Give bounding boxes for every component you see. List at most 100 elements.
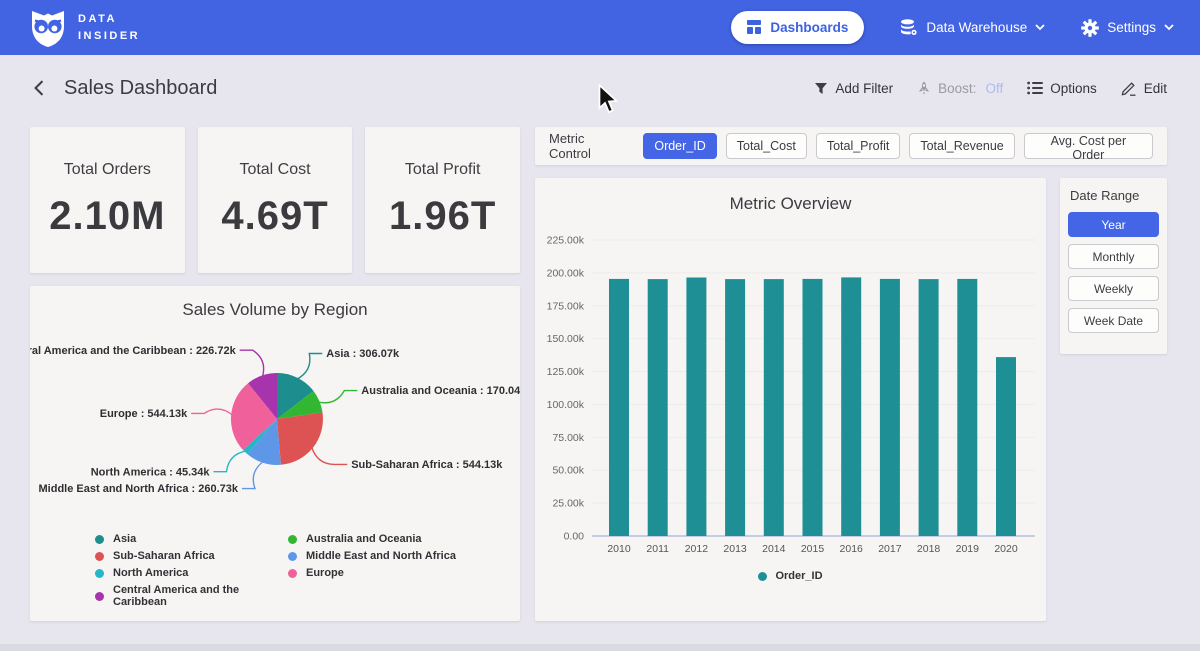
metric-button-total-profit[interactable]: Total_Profit bbox=[816, 133, 901, 159]
x-axis-tick-label: 2015 bbox=[801, 543, 825, 555]
bar-2010[interactable] bbox=[609, 279, 629, 536]
brand-logo[interactable]: DATA INSIDER bbox=[28, 7, 140, 49]
bar-chart: 0.00 25.00k 50.00k 75.00k 100.00k 125.00k 150.… bbox=[535, 220, 1043, 565]
y-axis-tick-label: 75.00k bbox=[552, 432, 584, 444]
metric-control-label: Metric Control bbox=[549, 131, 629, 161]
metric-button-total-revenue[interactable]: Total_Revenue bbox=[909, 133, 1014, 159]
pie-legend-item-australia-and-oceania[interactable]: Australia and Oceania bbox=[288, 533, 456, 545]
legend-dot bbox=[758, 572, 767, 581]
metric-button-avg-cost-per-order[interactable]: Avg. Cost per Order bbox=[1024, 133, 1153, 159]
rocket-icon bbox=[917, 81, 931, 96]
pie-slice-label: Europe : 544.13k bbox=[100, 408, 188, 420]
x-axis-tick-label: 2014 bbox=[762, 543, 786, 555]
x-axis-tick-label: 2011 bbox=[646, 543, 669, 555]
legend-label: Middle East and North Africa bbox=[306, 550, 456, 562]
pie-label-connector bbox=[240, 350, 264, 377]
x-axis-tick-label: 2019 bbox=[956, 543, 980, 555]
pie-legend-item-central-america-and-the-caribbean[interactable]: Central America and the Caribbean bbox=[95, 584, 288, 608]
pie-legend-item-asia[interactable]: Asia bbox=[95, 533, 288, 545]
filter-funnel-icon bbox=[814, 82, 828, 95]
legend-label: North America bbox=[113, 567, 188, 579]
bar-2012[interactable] bbox=[686, 278, 706, 537]
bar-chart-title: Metric Overview bbox=[535, 194, 1046, 214]
x-axis-tick-label: 2013 bbox=[723, 543, 747, 555]
pie-legend-column: Asia Sub-Saharan Africa North America Centr… bbox=[95, 533, 288, 608]
pie-legend-item-sub-saharan-africa[interactable]: Sub-Saharan Africa bbox=[95, 550, 288, 562]
bar-2019[interactable] bbox=[957, 279, 977, 536]
nav-settings[interactable]: Settings bbox=[1081, 19, 1174, 37]
gear-icon bbox=[1081, 19, 1099, 37]
bar-2014[interactable] bbox=[764, 279, 784, 536]
edit-button[interactable]: Edit bbox=[1121, 80, 1167, 96]
date-range-button-monthly[interactable]: Monthly bbox=[1068, 244, 1159, 269]
boost-toggle[interactable]: Boost: Off bbox=[917, 81, 1003, 96]
legend-label: Sub-Saharan Africa bbox=[113, 550, 215, 562]
y-axis-tick-label: 25.00k bbox=[552, 498, 584, 510]
bar-2016[interactable] bbox=[841, 277, 861, 536]
y-axis-tick-label: 150.00k bbox=[547, 333, 585, 345]
bar-2018[interactable] bbox=[919, 279, 939, 536]
options-button[interactable]: Options bbox=[1027, 81, 1097, 96]
options-label: Options bbox=[1050, 81, 1097, 96]
bar-chart-card: Metric Overview 0.00 25.00k 50.00k 75.00k 10… bbox=[535, 178, 1046, 621]
legend-label: Europe bbox=[306, 567, 344, 579]
y-axis-tick-label: 0.00 bbox=[564, 531, 585, 543]
y-axis-tick-label: 50.00k bbox=[552, 465, 584, 477]
boost-label: Boost: bbox=[938, 81, 976, 96]
kpi-label: Total Profit bbox=[405, 161, 481, 179]
pie-slice-label: North America : 45.34k bbox=[91, 466, 211, 478]
kpi-card-total-orders: Total Orders2.10M bbox=[30, 127, 185, 273]
date-range-button-week-date[interactable]: Week Date bbox=[1068, 308, 1159, 333]
legend-label: Asia bbox=[113, 533, 136, 545]
page-title: Sales Dashboard bbox=[64, 77, 217, 100]
y-axis-tick-label: 100.00k bbox=[547, 399, 585, 411]
x-axis-tick-label: 2010 bbox=[607, 543, 631, 555]
pie-legend-item-europe[interactable]: Europe bbox=[288, 567, 456, 579]
bar-2020[interactable] bbox=[996, 357, 1016, 536]
back-chevron-icon bbox=[32, 80, 46, 96]
pie-legend: Asia Sub-Saharan Africa North America Centr… bbox=[30, 533, 520, 608]
bar-2015[interactable] bbox=[803, 279, 823, 536]
pie-legend-item-north-america[interactable]: North America bbox=[95, 567, 288, 579]
bar-2011[interactable] bbox=[648, 279, 668, 536]
add-filter-button[interactable]: Add Filter bbox=[814, 81, 893, 96]
add-filter-label: Add Filter bbox=[835, 81, 893, 96]
nav-dashboards-button[interactable]: Dashboards bbox=[731, 11, 864, 44]
pie-label-connector bbox=[297, 354, 323, 380]
metric-button-total-cost[interactable]: Total_Cost bbox=[726, 133, 807, 159]
kpi-card-total-cost: Total Cost 4.69T bbox=[198, 127, 353, 273]
legend-dot bbox=[95, 569, 104, 578]
x-axis-tick-label: 2017 bbox=[878, 543, 902, 555]
kpi-label: Total Orders bbox=[64, 161, 151, 179]
pie-label-connector bbox=[214, 451, 247, 472]
x-axis-tick-label: 2012 bbox=[685, 543, 709, 555]
legend-dot bbox=[288, 569, 297, 578]
pie-slice-label: Asia : 306.07k bbox=[326, 348, 400, 360]
bar-2017[interactable] bbox=[880, 279, 900, 536]
legend-label: Central America and the Caribbean bbox=[113, 584, 288, 608]
boost-value: Off bbox=[985, 81, 1003, 96]
legend-label: Order_ID bbox=[775, 570, 822, 582]
back-button[interactable] bbox=[30, 78, 48, 98]
y-axis-tick-label: 125.00k bbox=[547, 366, 585, 378]
pie-legend-item-middle-east-and-north-africa[interactable]: Middle East and North Africa bbox=[288, 550, 456, 562]
date-range-button-weekly[interactable]: Weekly bbox=[1068, 276, 1159, 301]
legend-dot bbox=[95, 535, 104, 544]
pie-legend-column: Australia and Oceania Middle East and Nor… bbox=[288, 533, 456, 608]
bar-2013[interactable] bbox=[725, 279, 745, 536]
y-axis-tick-label: 175.00k bbox=[547, 300, 585, 312]
nav-data-warehouse[interactable]: Data Warehouse bbox=[900, 19, 1045, 36]
legend-label: Australia and Oceania bbox=[306, 533, 422, 545]
x-axis-tick-label: 2018 bbox=[917, 543, 941, 555]
top-nav: DATA INSIDER Dashboards bbox=[0, 0, 1200, 55]
date-range-label: Date Range bbox=[1068, 188, 1159, 203]
nav-dashboards-label: Dashboards bbox=[770, 20, 848, 35]
brand-name: DATA INSIDER bbox=[78, 11, 140, 44]
date-range-button-year[interactable]: Year bbox=[1068, 212, 1159, 237]
metric-button-order-id[interactable]: Order_ID bbox=[643, 133, 716, 159]
bar-chart-legend[interactable]: Order_ID bbox=[535, 570, 1046, 582]
kpi-value: 4.69T bbox=[221, 194, 328, 239]
brand-line-1: DATA bbox=[78, 11, 140, 28]
pie-label-connector bbox=[242, 461, 264, 489]
kpi-label: Total Cost bbox=[239, 161, 310, 179]
